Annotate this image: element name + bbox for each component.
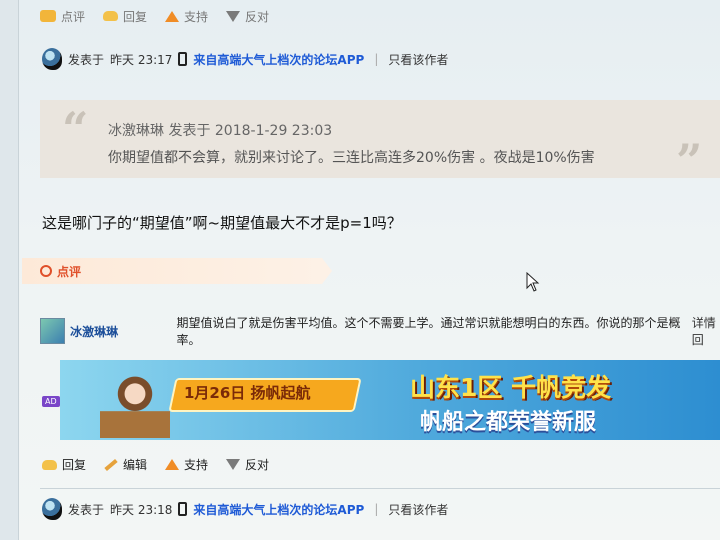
app-link[interactable]: 来自高端大气上档次的论坛APP (193, 51, 364, 68)
only-author-link[interactable]: 只看该作者 (388, 501, 448, 518)
forum-logo-icon (42, 498, 62, 520)
reply-icon (42, 459, 57, 470)
comment-action[interactable]: 点评 (40, 8, 85, 25)
phone-icon (178, 52, 188, 66)
ad-title: 山东1区 千帆竞发 (410, 373, 612, 402)
ad-banner[interactable]: 1月26日 扬帆起航 山东1区 千帆竞发 帆船之都荣誉新服 (60, 360, 720, 440)
mouse-cursor-icon (526, 272, 540, 292)
rate-label: 点评 (57, 264, 82, 279)
quote-block: “ 冰激琳琳 发表于 2018-1-29 23:03 你期望值都不会算，就别来讨… (40, 100, 720, 188)
post-actions: 回复 编辑 支持 反对 (42, 456, 279, 473)
oppose-button[interactable]: 反对 (226, 456, 269, 473)
forum-logo-icon (42, 48, 62, 70)
reply-icon (103, 11, 119, 21)
separator: | (374, 52, 379, 66)
thumb-down-arrow-icon (226, 459, 241, 470)
avatar[interactable] (40, 318, 66, 344)
rate-bar[interactable]: 点评 (22, 258, 332, 284)
app-link[interactable]: 来自高端大气上档次的论坛APP (193, 501, 364, 518)
thumb-down-arrow-icon (226, 10, 241, 22)
open-quote-icon: “ (62, 102, 89, 156)
reply-action[interactable]: 回复 (103, 8, 147, 25)
quote-text: 你期望值都不会算，就别来讨论了。三连比高连多20%伤害 。夜战是10%伤害 (108, 150, 595, 166)
quote-author-line: 冰激琳琳 发表于 2018-1-29 23:03 (108, 123, 333, 139)
divider (40, 488, 720, 489)
close-quote-icon: ” (676, 134, 703, 188)
ad-subtitle: 帆船之都荣誉新服 (420, 410, 597, 435)
post-meta-1: 发表于 昨天 23:17 来自高端大气上档次的论坛APP | 只看该作者 (42, 48, 448, 70)
phone-icon (178, 502, 188, 516)
left-sidebar-edge (0, 0, 19, 540)
support-button[interactable]: 支持 (165, 456, 208, 473)
comment-text: 期望值说白了就是伤害平均值。这个不需要上学。通过常识就能想明白的东西。你说的那个… (176, 316, 681, 347)
comment-username[interactable]: 冰激琳琳 (70, 323, 156, 340)
rate-circle-icon (40, 265, 52, 277)
comment-icon (40, 10, 56, 22)
ad-ribbon-text: 1月26日 扬帆起航 (184, 384, 311, 402)
post-body-text: 这是哪门子的“期望值”啊~期望值最大不才是p=1吗？ (42, 214, 402, 232)
ad-badge: AD (42, 396, 60, 407)
comment-detail-link[interactable]: 详情 回 (692, 314, 720, 348)
pencil-icon (104, 458, 118, 471)
only-author-link[interactable]: 只看该作者 (388, 51, 448, 68)
support-action[interactable]: 支持 (165, 8, 208, 25)
thumb-up-arrow-icon (165, 10, 180, 22)
comment-item: 冰激琳琳 期望值说白了就是伤害平均值。这个不需要上学。通过常识就能想明白的东西。… (40, 314, 720, 348)
character-illustration (100, 370, 170, 438)
separator: | (374, 502, 379, 516)
reply-button[interactable]: 回复 (42, 456, 86, 473)
previous-post-actions: 点评 回复 支持 反对 (40, 4, 269, 28)
post-meta-2: 发表于 昨天 23:18 来自高端大气上档次的论坛APP | 只看该作者 (42, 498, 448, 520)
edit-button[interactable]: 编辑 (104, 456, 147, 473)
oppose-action[interactable]: 反对 (226, 8, 269, 25)
thumb-up-arrow-icon (165, 459, 180, 470)
